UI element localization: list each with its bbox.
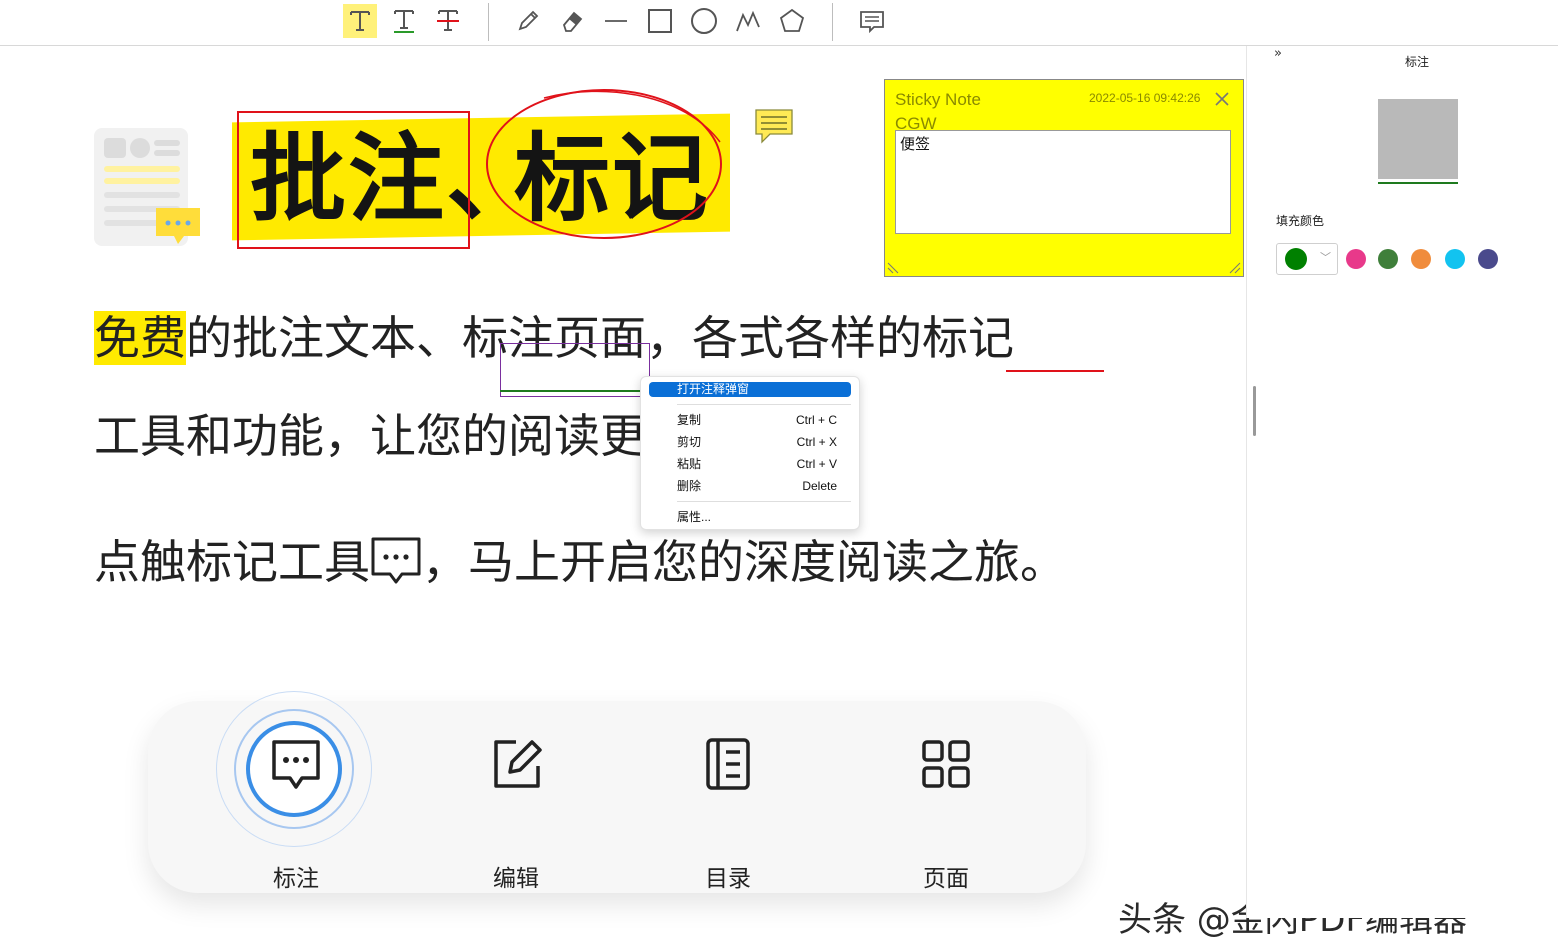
strikethrough-annotation[interactable] <box>1006 370 1104 372</box>
annotation-preview <box>1378 99 1458 179</box>
note-icon <box>860 11 884 34</box>
menu-item-label: 复制 <box>677 413 702 427</box>
tab-pages[interactable]: 页面 <box>886 734 1006 892</box>
polygon-icon <box>779 8 805 32</box>
line-tool[interactable] <box>599 4 633 38</box>
color-swatch-cyan[interactable] <box>1445 249 1465 269</box>
comment-tool-inline-icon <box>371 537 421 584</box>
context-menu: 打开注释弹窗 复制 Ctrl + C 剪切 Ctrl + X 粘贴 Ctrl +… <box>640 376 860 530</box>
polygon-tool[interactable] <box>775 4 809 38</box>
toolbar-divider <box>488 3 489 41</box>
menu-item-paste[interactable]: 粘贴 Ctrl + V <box>649 455 851 473</box>
color-swatch-pink[interactable] <box>1346 249 1366 269</box>
menu-item-label: 剪切 <box>677 435 702 449</box>
text-underline-icon <box>394 10 414 33</box>
eraser-tool[interactable] <box>555 4 589 38</box>
rectangle-annotation[interactable] <box>237 111 470 249</box>
edit-icon <box>494 740 542 788</box>
menu-item-label: 粘贴 <box>677 457 702 471</box>
rectangle-icon <box>648 9 672 33</box>
sticky-note-content[interactable]: 便签 <box>895 130 1231 234</box>
tab-label: 标注 <box>273 866 319 892</box>
highlight-text-tool[interactable] <box>343 4 377 38</box>
list-icon <box>706 738 750 790</box>
pencil-tool[interactable] <box>511 4 545 38</box>
text-strikethrough-icon <box>437 10 459 31</box>
chevron-down-icon: ﹀ <box>1320 251 1331 264</box>
tab-label: 目录 <box>705 866 751 892</box>
eraser-icon <box>562 11 583 32</box>
line-icon <box>605 20 627 22</box>
menu-item-shortcut: Delete <box>802 479 837 493</box>
comment-icon <box>272 740 320 789</box>
panel-title: 标注 <box>1404 55 1429 69</box>
menu-item-label: 删除 <box>677 479 702 493</box>
tab-annotate[interactable]: 标注 <box>236 734 356 892</box>
text-segment: 点触标记工具 <box>94 535 370 589</box>
grid-icon <box>922 740 970 788</box>
annotation-toolbar <box>0 0 1558 46</box>
ellipse-tool[interactable] <box>687 4 721 38</box>
menu-item-open-popup[interactable]: 打开注释弹窗 <box>649 382 851 397</box>
color-swatch-green[interactable] <box>1378 249 1398 269</box>
text-segment: ，马上开启您的深度阅读之旅。 <box>422 535 1066 589</box>
polyline-tool[interactable] <box>731 4 765 38</box>
paragraph-2: 点触标记工具 ，马上开启您的深度阅读之旅。 <box>94 532 1066 592</box>
note-tool[interactable] <box>855 4 889 38</box>
fill-color-dropdown[interactable]: ﹀ <box>1276 243 1338 275</box>
sticky-note-author: CGW <box>895 114 937 130</box>
selected-color-dot <box>1285 248 1307 270</box>
tab-label: 页面 <box>923 866 969 892</box>
menu-item-label: 打开注释弹窗 <box>677 382 750 396</box>
menu-item-label: 属性... <box>677 510 712 524</box>
menu-item-delete[interactable]: 删除 Delete <box>649 477 851 495</box>
resize-grip-icon[interactable] <box>1229 262 1241 274</box>
tab-label: 编辑 <box>493 866 539 892</box>
toolbar-divider <box>832 3 833 41</box>
selected-annotation-box[interactable] <box>500 343 650 397</box>
close-icon[interactable] <box>1213 90 1231 108</box>
resize-grip-icon[interactable] <box>887 262 899 274</box>
properties-panel: » 标注 填充颜色 ﹀ <box>1264 46 1558 918</box>
document-page: 批注、 标记 免费的批注文本、标注页面，各式各样的标记 工具和功能，让您的阅读更… <box>0 46 1467 940</box>
scrollbar-thumb[interactable] <box>1253 386 1256 436</box>
vertical-scrollbar[interactable] <box>1246 46 1265 918</box>
color-swatch-indigo[interactable] <box>1478 249 1498 269</box>
document-illustration-icon <box>94 128 200 246</box>
tab-edit[interactable]: 编辑 <box>456 734 576 892</box>
highlighted-text[interactable]: 免费 <box>94 311 186 365</box>
annotation-preview-line <box>1378 182 1458 184</box>
text-highlight-icon <box>350 11 370 31</box>
text-segment: 的批注文本、 <box>186 311 462 365</box>
sticky-note-title: Sticky Note <box>895 90 981 109</box>
tab-contents[interactable]: 目录 <box>668 734 788 892</box>
fill-color-label: 填充颜色 <box>1276 214 1325 228</box>
strikethrough-text-tool[interactable] <box>431 4 465 38</box>
ellipse-annotation[interactable] <box>484 86 728 242</box>
sticky-note-popup[interactable]: Sticky Note CGW 2022-05-16 09:42:26 便签 <box>884 79 1244 277</box>
underline-text-tool[interactable] <box>387 4 421 38</box>
rectangle-tool[interactable] <box>643 4 677 38</box>
underline-annotation[interactable] <box>500 390 648 392</box>
menu-item-shortcut: Ctrl + V <box>796 457 837 471</box>
pencil-icon <box>518 10 539 31</box>
color-swatch-orange[interactable] <box>1411 249 1431 269</box>
menu-item-shortcut: Ctrl + C <box>795 413 837 427</box>
menu-item-properties[interactable]: 属性... <box>649 508 851 526</box>
comment-annotation-icon[interactable] <box>754 108 794 144</box>
strikethrough-text[interactable]: 标记 <box>922 311 1014 365</box>
menu-divider <box>677 404 851 405</box>
menu-item-shortcut: Ctrl + X <box>796 435 837 449</box>
sticky-note-timestamp: 2022-05-16 09:42:26 <box>1089 91 1201 105</box>
polyline-icon <box>736 10 760 32</box>
ellipse-icon <box>691 8 717 34</box>
menu-divider <box>677 501 851 502</box>
menu-item-cut[interactable]: 剪切 Ctrl + X <box>649 433 851 451</box>
menu-item-copy[interactable]: 复制 Ctrl + C <box>649 411 851 429</box>
